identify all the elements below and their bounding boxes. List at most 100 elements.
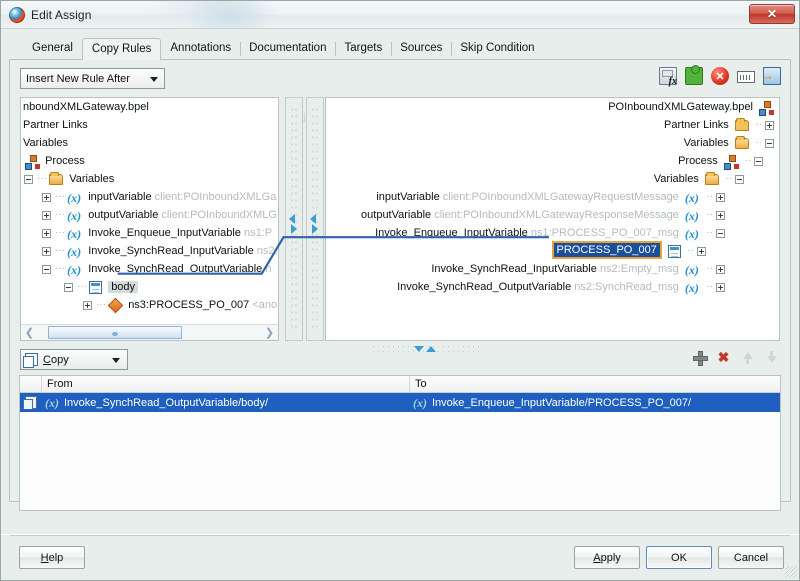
splitter-arrows-icon[interactable]: [310, 214, 322, 234]
tree-node[interactable]: ··· Variables: [21, 170, 278, 188]
tree-node[interactable]: inputVariable client:POInboundXMLGateway…: [326, 188, 779, 207]
tree-node[interactable]: ··· Invoke_Enqueue_InputVariable ns1:P: [21, 224, 278, 243]
tree-node[interactable]: outputVariable client:POInboundXMLGatewa…: [326, 206, 779, 225]
tab-documentation[interactable]: Documentation: [240, 39, 335, 59]
tree-node-type: client:POInboundXMLGatewayRequestMessage: [442, 191, 679, 203]
collapse-toggle-icon[interactable]: [754, 156, 763, 166]
tab-general[interactable]: General: [23, 39, 82, 59]
target-tree-scrollpane: POInboundXMLGateway.bpel Partner Links ·…: [326, 98, 779, 340]
ok-button[interactable]: OK: [646, 546, 712, 569]
function-editor-icon[interactable]: [659, 67, 677, 87]
tree-node[interactable]: Variables: [21, 134, 278, 152]
variable-icon: [67, 225, 82, 243]
scroll-right-icon[interactable]: ❯: [261, 325, 278, 340]
expand-toggle-icon[interactable]: [697, 246, 706, 256]
tab-targets[interactable]: Targets: [335, 39, 391, 59]
left-splitter[interactable]: [285, 97, 303, 341]
tab-sources[interactable]: Sources: [391, 39, 451, 59]
collapse-toggle-icon[interactable]: [716, 228, 725, 238]
tree-node[interactable]: ··· inputVariable client:POInboundXMLGa: [21, 188, 278, 207]
close-button[interactable]: ✕: [749, 4, 795, 24]
tree-node-type: ns2:: [256, 245, 278, 257]
insert-rule-select[interactable]: Insert New Rule After: [20, 68, 165, 89]
expand-toggle-icon[interactable]: [83, 300, 92, 310]
move-down-button[interactable]: [764, 350, 779, 365]
scroll-thumb[interactable]: [48, 326, 182, 339]
expand-toggle-icon[interactable]: [42, 210, 51, 220]
expand-toggle-icon[interactable]: [716, 192, 725, 202]
cancel-button[interactable]: Cancel: [718, 546, 784, 569]
resize-grip[interactable]: [785, 566, 797, 578]
tree-node[interactable]: Partner Links ··: [326, 116, 779, 134]
folder-open-icon: [704, 171, 719, 185]
tree-node-body[interactable]: ··· body: [21, 278, 278, 296]
column-header-from[interactable]: From: [42, 376, 410, 392]
tree-node[interactable]: Invoke_SynchRead_OutputVariable ns2:Sync…: [326, 278, 779, 297]
expand-toggle-icon[interactable]: [716, 282, 725, 292]
source-tree-hscrollbar[interactable]: ❮ ❯: [21, 324, 278, 340]
variable-icon: [45, 394, 60, 412]
tree-node[interactable]: nboundXMLGateway.bpel: [21, 98, 278, 116]
column-header-icon[interactable]: [20, 376, 42, 392]
variable-icon: [685, 225, 700, 243]
tree-line: ···: [55, 227, 66, 239]
expand-toggle-icon[interactable]: [765, 120, 774, 130]
collapse-toggle-icon[interactable]: [735, 174, 744, 184]
expand-toggle-icon[interactable]: [42, 192, 51, 202]
column-header-to[interactable]: To: [410, 376, 780, 392]
splitter-arrows-icon[interactable]: [289, 214, 301, 234]
variable-icon: [67, 261, 82, 279]
delete-copy-rule-button[interactable]: ✖: [716, 350, 731, 365]
scroll-track[interactable]: [38, 325, 261, 340]
dialog-footer: Help Apply OK Cancel: [1, 534, 799, 580]
move-up-button[interactable]: [740, 350, 755, 365]
tree-node[interactable]: Process ··: [326, 152, 779, 170]
collapse-toggle-icon[interactable]: [765, 138, 774, 148]
scroll-left-icon[interactable]: ❮: [21, 325, 38, 340]
row-from-cell: Invoke_SynchRead_OutputVariable/body/: [42, 394, 410, 412]
collapse-toggle-icon[interactable]: [42, 264, 51, 274]
apply-button[interactable]: Apply: [574, 546, 640, 569]
insert-into-icon[interactable]: [737, 71, 755, 83]
expand-toggle-icon[interactable]: [42, 228, 51, 238]
tree-node[interactable]: Invoke_Enqueue_InputVariable ns1:PROCESS…: [326, 224, 779, 243]
source-tree[interactable]: nboundXMLGateway.bpel Partner Links Vari…: [20, 97, 279, 341]
tree-line: ···: [55, 245, 66, 257]
tree-node[interactable]: ··· Invoke_SynchRead_InputVariable ns2:: [21, 242, 278, 261]
tree-node[interactable]: ··· Invoke_SynchRead_OutputVariable n: [21, 260, 278, 279]
tree-node[interactable]: POInboundXMLGateway.bpel: [326, 98, 779, 116]
goto-icon[interactable]: [761, 67, 781, 85]
tree-node[interactable]: Variables ··: [326, 170, 779, 188]
collapse-toggle-icon[interactable]: [64, 282, 73, 292]
dialog-content: General Copy Rules Annotations Documenta…: [1, 29, 799, 534]
tab-copy-rules[interactable]: Copy Rules: [81, 38, 162, 60]
tree-line: ···: [96, 299, 107, 311]
copy-operation-select[interactable]: Copy: [20, 349, 128, 370]
tab-skip-condition[interactable]: Skip Condition: [451, 39, 543, 59]
window-title: Edit Assign: [31, 7, 92, 22]
process-icon: [759, 100, 773, 116]
collapse-toggle-icon[interactable]: [24, 174, 33, 184]
tree-node[interactable]: Variables ··: [326, 134, 779, 152]
tree-line: ··: [755, 119, 762, 131]
tree-node[interactable]: Partner Links: [21, 116, 278, 134]
target-tree[interactable]: POInboundXMLGateway.bpel Partner Links ·…: [325, 97, 780, 341]
expand-toggle-icon[interactable]: [42, 246, 51, 256]
right-splitter[interactable]: [306, 97, 324, 341]
copy-rules-table[interactable]: From To Invoke_SynchRead_OutputVariable/…: [19, 375, 781, 511]
help-button[interactable]: Help: [19, 546, 85, 569]
tab-annotations[interactable]: Annotations: [161, 39, 240, 59]
expand-toggle-icon[interactable]: [716, 210, 725, 220]
message-part-icon: [89, 280, 103, 294]
delete-rule-icon[interactable]: [711, 67, 729, 85]
table-row[interactable]: Invoke_SynchRead_OutputVariable/body/ In…: [20, 393, 780, 412]
tree-node[interactable]: Invoke_SynchRead_InputVariable ns2:Empty…: [326, 260, 779, 279]
tree-node[interactable]: ··· ns3:PROCESS_PO_007 <anon: [21, 296, 278, 314]
add-xslt-transform-icon[interactable]: [685, 65, 703, 85]
tree-node[interactable]: Process: [21, 152, 278, 170]
expand-toggle-icon[interactable]: [716, 264, 725, 274]
add-copy-rule-button[interactable]: [692, 350, 708, 366]
tree-node-selected[interactable]: PROCESS_PO_007 ··: [326, 241, 779, 260]
tree-line: ··: [725, 173, 732, 185]
tree-node[interactable]: ··· outputVariable client:POInboundXMLG: [21, 206, 278, 225]
